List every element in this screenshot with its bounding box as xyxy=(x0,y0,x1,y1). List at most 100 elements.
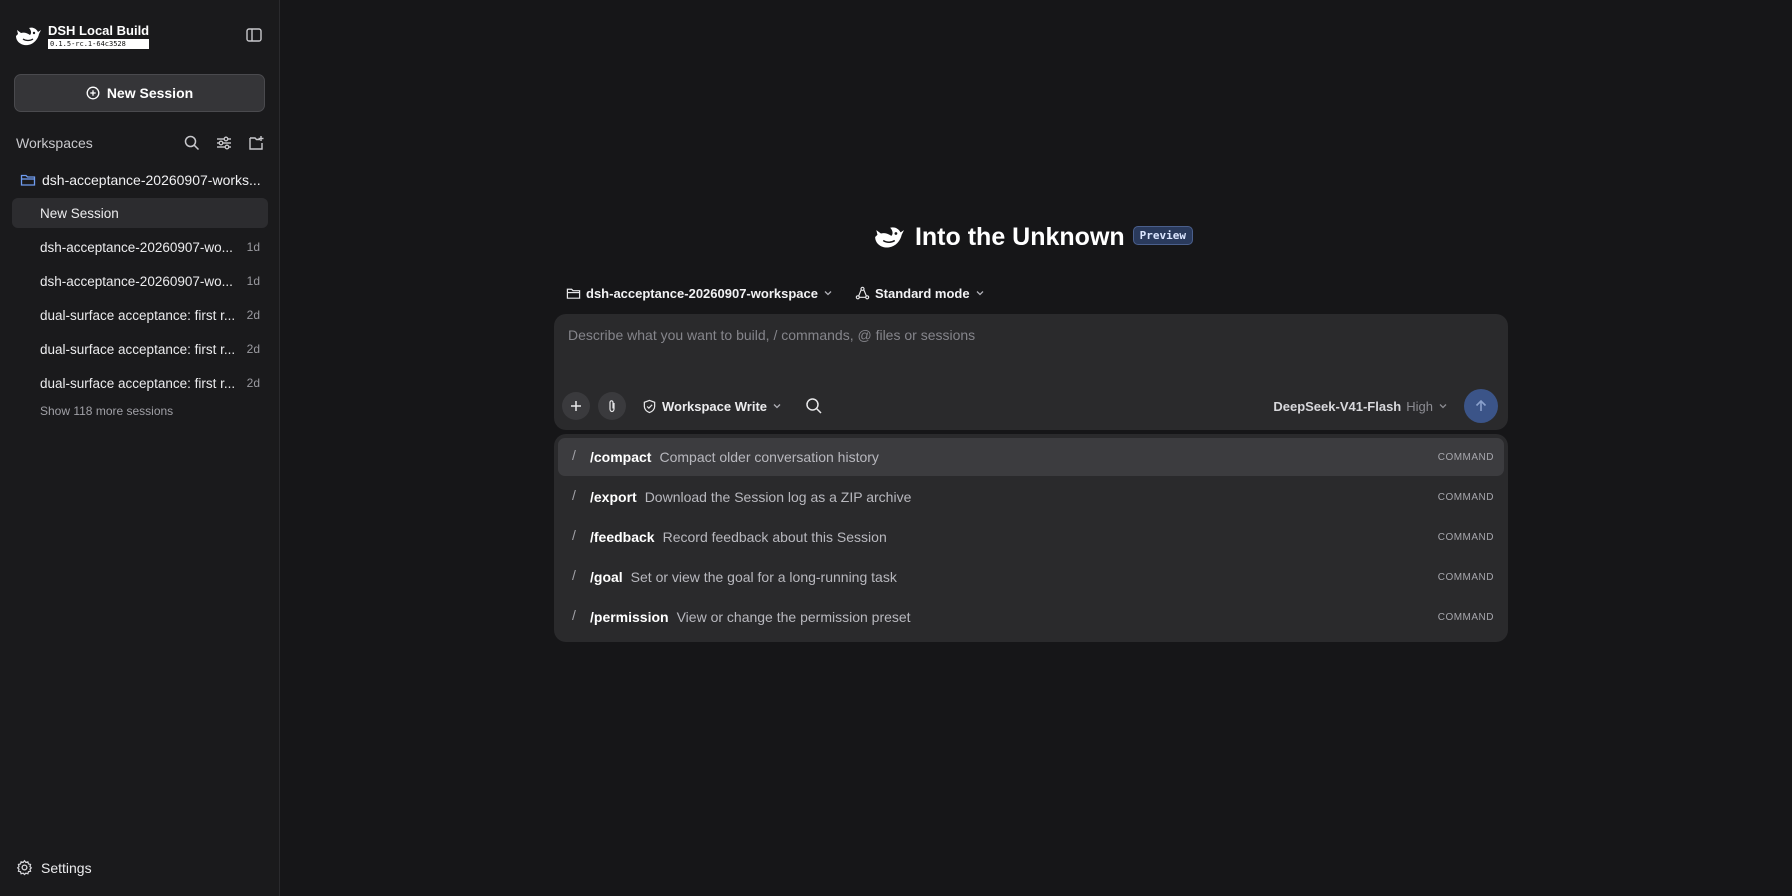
command-tag: COMMAND xyxy=(1437,451,1494,463)
preview-badge: Preview xyxy=(1132,225,1194,245)
arrow-up-icon xyxy=(1475,399,1487,411)
permission-selector[interactable]: Workspace Write xyxy=(642,399,782,414)
workspace-actions xyxy=(183,134,265,152)
command-description: View or change the permission preset xyxy=(676,609,911,625)
hero: Into the Unknown Preview xyxy=(280,222,1792,252)
sliders-icon xyxy=(217,136,231,150)
session-item[interactable]: dual-surface acceptance: first r... 2d xyxy=(12,300,268,330)
new-session-label: New Session xyxy=(106,85,194,101)
main-panel: Into the Unknown Preview dsh-acceptance-… xyxy=(280,0,1792,896)
command-tag: COMMAND xyxy=(1437,531,1494,543)
model-name: DeepSeek-V41-Flash xyxy=(1273,398,1402,414)
settings-button[interactable]: Settings xyxy=(16,859,92,876)
sidebar-toggle-icon[interactable] xyxy=(245,26,263,44)
brand-text: DSH Local Build 0.1.5-rc.1-64c3528 xyxy=(48,23,150,49)
folder-icon xyxy=(20,174,36,186)
slash-icon: / xyxy=(572,527,576,543)
new-workspace-button[interactable] xyxy=(247,134,265,152)
brand-header: DSH Local Build 0.1.5-rc.1-64c3528 xyxy=(0,0,279,72)
shield-check-icon xyxy=(643,399,656,413)
workspaces-title: Workspaces xyxy=(16,135,93,151)
session-item[interactable]: dual-surface acceptance: first r... 2d xyxy=(12,368,268,398)
command-tag: COMMAND xyxy=(1437,491,1494,503)
session-title: dual-surface acceptance: first r... xyxy=(40,341,236,357)
session-age: 1d xyxy=(246,240,260,254)
command-item[interactable]: / /goal Set or view the goal for a long-ru… xyxy=(558,558,1504,596)
chevron-down-icon xyxy=(976,291,984,296)
session-item[interactable]: dsh-acceptance-20260907-wo... 1d xyxy=(12,266,268,296)
session-age: 2d xyxy=(246,342,260,356)
command-name: /goal xyxy=(590,569,623,585)
command-description: Download the Session log as a ZIP archiv… xyxy=(644,489,912,505)
session-item[interactable]: New Session xyxy=(12,198,268,228)
command-menu: / /compact Compact older conversation hist… xyxy=(554,434,1508,642)
slash-icon: / xyxy=(572,487,576,503)
search-workspaces-button[interactable] xyxy=(183,134,201,152)
session-item[interactable]: dsh-acceptance-20260907-wo... 1d xyxy=(12,232,268,262)
send-button[interactable] xyxy=(1464,389,1498,423)
session-title: dsh-acceptance-20260907-wo... xyxy=(40,273,233,289)
chevron-down-icon xyxy=(1439,404,1447,409)
command-description: Set or view the goal for a long-running … xyxy=(630,569,897,585)
build-version: 0.1.5-rc.1-64c3528 xyxy=(48,39,150,49)
session-title: dual-surface acceptance: first r... xyxy=(40,375,236,391)
command-item[interactable]: / /compact Compact older conversation hist… xyxy=(558,438,1504,476)
whale-logo-icon xyxy=(16,27,41,46)
session-item[interactable]: dual-surface acceptance: first r... 2d xyxy=(12,334,268,364)
plus-circle-icon xyxy=(86,86,100,100)
attach-button[interactable] xyxy=(598,392,626,420)
workspace-selector[interactable]: dsh-acceptance-20260907-workspace xyxy=(566,286,833,301)
session-list: New Session dsh-acceptance-20260907-wo...… xyxy=(0,198,279,402)
command-item[interactable]: / /permission View or change the permissio… xyxy=(558,598,1504,636)
composer-toolbar: Workspace Write DeepSeek-V41-Flash High xyxy=(562,389,1498,423)
app-root: DSH Local Build 0.1.5-rc.1-64c3528 New S… xyxy=(0,0,1792,896)
command-description: Compact older conversation history xyxy=(659,449,879,465)
session-title: New Session xyxy=(40,205,119,221)
show-more-sessions-link[interactable]: Show 118 more sessions xyxy=(0,404,279,424)
workspace-item[interactable]: dsh-acceptance-20260907-works... xyxy=(0,166,279,194)
session-age: 2d xyxy=(246,308,260,322)
folder-icon xyxy=(566,288,581,299)
workspaces-header: Workspaces xyxy=(0,128,279,158)
command-tag: COMMAND xyxy=(1437,611,1494,623)
command-description: Record feedback about this Session xyxy=(662,529,887,545)
workspace-name: dsh-acceptance-20260907-works... xyxy=(42,172,261,188)
composer-area: dsh-acceptance-20260907-workspace Standa… xyxy=(554,280,1508,642)
command-name: /compact xyxy=(590,449,652,465)
session-title: dsh-acceptance-20260907-wo... xyxy=(40,239,233,255)
search-icon xyxy=(806,398,822,414)
model-level: High xyxy=(1406,398,1433,414)
mode-selector[interactable]: Standard mode xyxy=(855,286,985,301)
session-age: 1d xyxy=(246,274,260,288)
mode-selector-label: Standard mode xyxy=(874,285,970,301)
settings-label: Settings xyxy=(41,859,92,876)
permission-label: Workspace Write xyxy=(662,398,768,414)
plus-icon xyxy=(571,401,581,411)
cycle-icon xyxy=(855,286,870,299)
chevron-down-icon xyxy=(824,291,832,296)
gear-icon xyxy=(16,859,33,876)
prompt-input[interactable] xyxy=(568,327,1468,343)
workspace-selector-label: dsh-acceptance-20260907-workspace xyxy=(586,285,818,301)
command-item[interactable]: / /feedback Record feedback about this Ses… xyxy=(558,518,1504,556)
session-title: dual-surface acceptance: first r... xyxy=(40,307,236,323)
command-name: /export xyxy=(590,489,637,505)
context-selectors: dsh-acceptance-20260907-workspace Standa… xyxy=(554,280,1508,306)
search-button[interactable] xyxy=(804,396,824,416)
paperclip-icon xyxy=(609,400,615,413)
command-name: /feedback xyxy=(590,529,655,545)
slash-icon: / xyxy=(572,567,576,583)
hero-title: Into the Unknown xyxy=(914,222,1125,251)
folder-plus-icon xyxy=(249,136,264,150)
command-item[interactable]: / /export Download the Session log as a ZI… xyxy=(558,478,1504,516)
model-selector[interactable]: DeepSeek-V41-Flash High xyxy=(1273,399,1448,414)
search-icon xyxy=(184,135,200,151)
add-button[interactable] xyxy=(562,392,590,420)
new-session-button[interactable]: New Session xyxy=(14,74,265,112)
filter-workspaces-button[interactable] xyxy=(215,134,233,152)
session-age: 2d xyxy=(246,376,260,390)
slash-icon: / xyxy=(572,447,576,463)
command-name: /permission xyxy=(590,609,669,625)
sidebar: DSH Local Build 0.1.5-rc.1-64c3528 New S… xyxy=(0,0,280,896)
chevron-down-icon xyxy=(773,404,781,409)
